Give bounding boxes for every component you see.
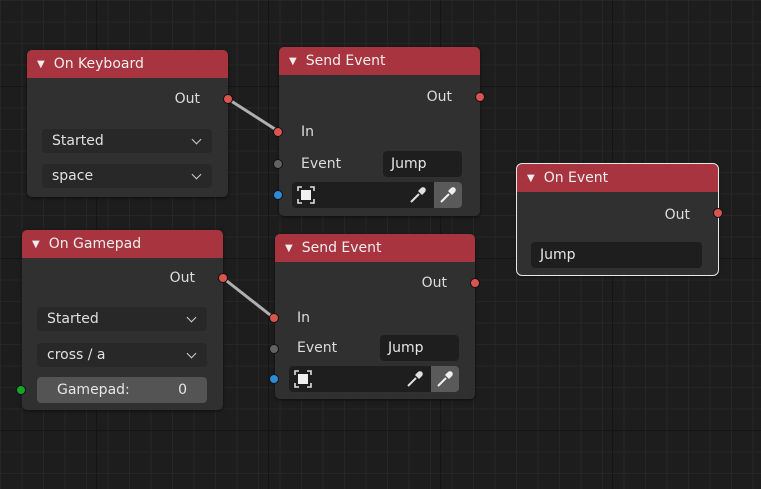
chevron-down-icon — [186, 348, 197, 358]
frame-object-icon — [294, 370, 312, 388]
input-label: In — [301, 124, 315, 140]
frame-object-icon — [297, 186, 315, 204]
node-header[interactable]: ▼ Send Event — [279, 47, 480, 75]
chevron-down-icon — [186, 312, 197, 322]
dropdown-value: Started — [47, 311, 99, 327]
input-socket[interactable] — [273, 127, 283, 137]
event-input-socket[interactable] — [269, 344, 279, 354]
link-keyboard-to-send-event[interactable] — [227, 97, 279, 133]
eyedropper-icon — [437, 371, 453, 387]
gamepad-index-field[interactable]: Gamepad: 0 — [37, 377, 207, 403]
object-field[interactable] — [292, 182, 462, 208]
on-keyboard-node[interactable]: ▼ On Keyboard Out Started space — [27, 50, 228, 197]
output-socket[interactable] — [713, 208, 723, 218]
event-label: Event — [297, 340, 338, 356]
chevron-down-icon — [191, 169, 202, 179]
node-title: Send Event — [301, 240, 382, 256]
output-label: Out — [169, 270, 195, 286]
collapse-triangle-icon[interactable]: ▼ — [32, 239, 40, 250]
output-socket[interactable] — [470, 278, 480, 288]
field-value: Jump — [540, 247, 576, 263]
node-header[interactable]: ▼ On Event — [517, 164, 718, 192]
collapse-triangle-icon[interactable]: ▼ — [527, 173, 535, 184]
output-socket[interactable] — [475, 92, 485, 102]
node-header[interactable]: ▼ On Keyboard — [27, 50, 228, 78]
button-dropdown[interactable]: cross / a — [37, 343, 207, 367]
node-title: On Gamepad — [48, 236, 142, 252]
node-title: On Keyboard — [53, 56, 144, 72]
output-label: Out — [664, 207, 690, 223]
node-title: Send Event — [305, 53, 386, 69]
collapse-triangle-icon[interactable]: ▼ — [289, 56, 297, 67]
event-label: Event — [301, 156, 342, 172]
send-event-node[interactable]: ▼ Send Event Out In Event Jump — [275, 234, 475, 399]
output-socket[interactable] — [218, 273, 228, 283]
dropdown-value: space — [52, 168, 94, 184]
output-socket[interactable] — [223, 94, 233, 104]
field-value: 0 — [178, 382, 187, 398]
object-input-socket[interactable] — [273, 190, 283, 200]
dropdown-value: Started — [52, 133, 104, 149]
event-name-field[interactable]: Jump — [380, 335, 459, 361]
eyedropper-button[interactable] — [431, 366, 459, 392]
field-value: Jump — [391, 156, 427, 172]
send-event-node[interactable]: ▼ Send Event Out In Event Jump — [279, 47, 480, 216]
key-dropdown[interactable]: space — [42, 164, 212, 188]
eyedropper-icon[interactable] — [408, 185, 428, 205]
output-label: Out — [174, 91, 200, 107]
link-gamepad-to-send-event[interactable] — [222, 276, 275, 320]
dropdown-value: cross / a — [47, 347, 106, 363]
output-label: Out — [421, 275, 447, 291]
collapse-triangle-icon[interactable]: ▼ — [37, 59, 45, 70]
event-input-socket[interactable] — [273, 159, 283, 169]
collapse-triangle-icon[interactable]: ▼ — [285, 243, 293, 254]
event-name-field[interactable]: Jump — [383, 151, 462, 177]
eyedropper-icon[interactable] — [405, 369, 425, 389]
event-name-field[interactable]: Jump — [531, 242, 702, 268]
node-header[interactable]: ▼ Send Event — [275, 234, 475, 262]
gamepad-input-socket[interactable] — [16, 385, 26, 395]
object-field[interactable] — [289, 366, 459, 392]
object-input-socket[interactable] — [269, 374, 279, 384]
node-title: On Event — [543, 170, 609, 186]
eyedropper-button[interactable] — [434, 182, 462, 208]
on-gamepad-node[interactable]: ▼ On Gamepad Out Started cross / a Gamep… — [22, 230, 223, 410]
field-value: Jump — [388, 340, 424, 356]
trigger-mode-dropdown[interactable]: Started — [42, 129, 212, 153]
node-header[interactable]: ▼ On Gamepad — [22, 230, 223, 258]
input-socket[interactable] — [269, 313, 279, 323]
eyedropper-icon — [440, 187, 456, 203]
on-event-node[interactable]: ▼ On Event Out Jump — [516, 163, 719, 276]
field-label: Gamepad: — [57, 382, 130, 398]
input-label: In — [297, 310, 311, 326]
trigger-mode-dropdown[interactable]: Started — [37, 307, 207, 331]
output-label: Out — [426, 89, 452, 105]
chevron-down-icon — [191, 134, 202, 144]
